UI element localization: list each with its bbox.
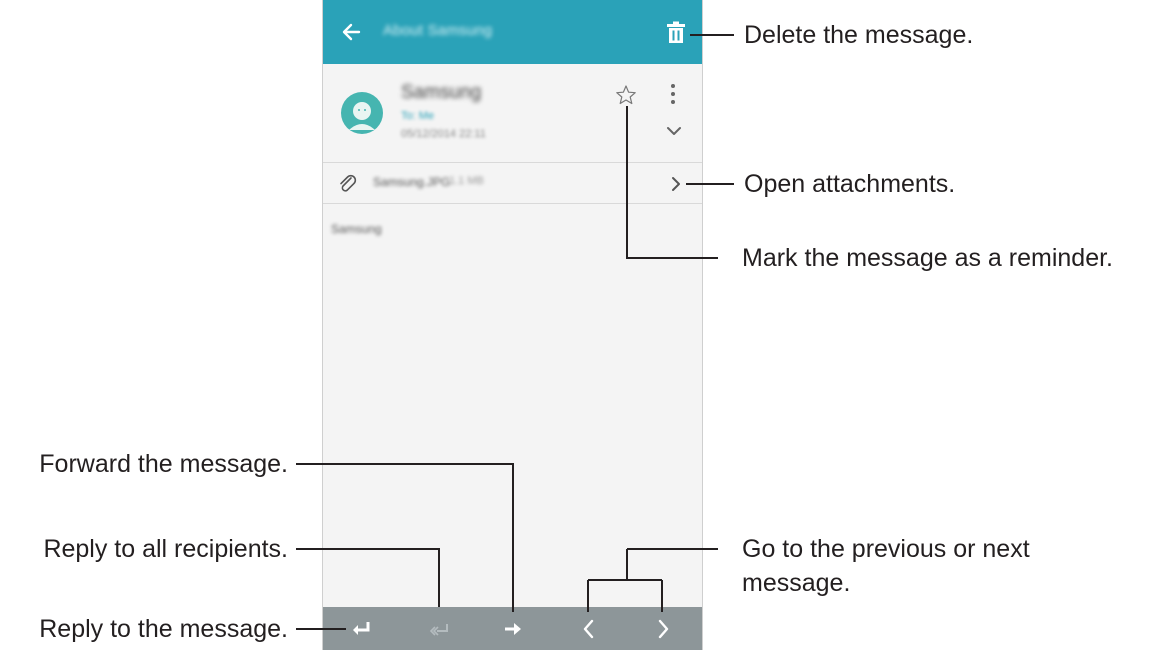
message-datetime: 05/12/2014 22:11 <box>401 128 486 140</box>
callout-reply: Reply to the message. <box>39 615 288 643</box>
callout-open-attachments: Open attachments. <box>744 170 956 198</box>
back-arrow-icon[interactable] <box>335 16 367 48</box>
paperclip-icon <box>340 174 357 192</box>
callout-prev-next-line1: Go to the previous or next <box>742 535 1030 563</box>
reply-icon[interactable] <box>349 617 373 641</box>
more-vert-icon[interactable] <box>668 82 678 106</box>
callout-reminder: Mark the message as a reminder. <box>742 244 1113 272</box>
chevron-right-icon[interactable] <box>669 175 683 193</box>
chevron-down-icon[interactable] <box>665 124 683 138</box>
contact-avatar-icon[interactable] <box>341 92 383 134</box>
callout-prev-next-line2: message. <box>742 569 851 597</box>
star-outline-icon[interactable] <box>615 84 637 106</box>
previous-icon[interactable] <box>577 617 601 641</box>
message-subject: About Samsung <box>383 22 493 39</box>
trash-icon[interactable] <box>663 20 689 46</box>
next-icon[interactable] <box>651 617 675 641</box>
bottom-action-bar <box>323 607 702 650</box>
message-header: Samsung To: Me 05/12/2014 22:11 <box>323 64 702 163</box>
attachment-size: 1.1 MB <box>449 175 484 187</box>
callout-reply-all: Reply to all recipients. <box>43 535 288 563</box>
attachment-row[interactable]: Samsung.JPG 1.1 MB <box>323 163 702 204</box>
callout-forward: Forward the message. <box>39 450 288 478</box>
message-body: Samsung <box>331 222 382 236</box>
app-bar: About Samsung <box>323 0 702 64</box>
forward-icon[interactable] <box>501 617 525 641</box>
sender-name: Samsung <box>401 82 482 103</box>
attachment-filename: Samsung.JPG <box>373 175 451 189</box>
reply-all-icon[interactable] <box>427 617 451 641</box>
phone-screen: About Samsung Samsung To: Me 05/12/2014 … <box>322 0 703 650</box>
callout-delete: Delete the message. <box>744 21 974 49</box>
recipient-text: To: Me <box>401 110 435 122</box>
